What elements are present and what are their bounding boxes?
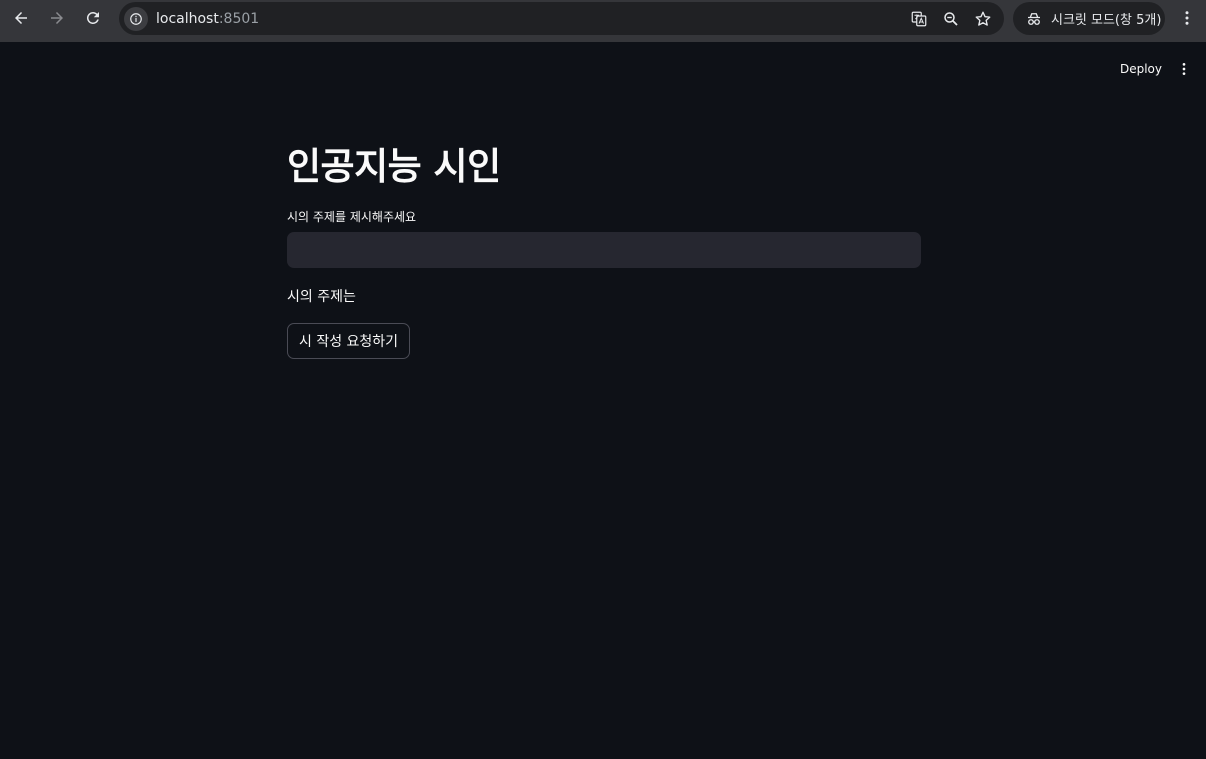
- topic-input[interactable]: [287, 232, 921, 268]
- reload-icon: [86, 11, 99, 24]
- site-info-button[interactable]: [124, 6, 148, 31]
- topic-display-text: 시의 주제는: [287, 289, 356, 305]
- url-port: :8501: [218, 10, 260, 27]
- incognito-icon: [1028, 12, 1040, 25]
- page-title: 인공지능 시인: [287, 145, 501, 188]
- main-content: 인공지능 시인 시의 주제를 제시해주세요 시의 주제는 시 작성 요청하기: [287, 140, 921, 359]
- more-vertical-icon: [1185, 11, 1189, 25]
- topic-input-label: 시의 주제를 제시해주세요: [287, 210, 417, 224]
- url-text: localhost:8501: [156, 11, 259, 27]
- request-poem-button[interactable]: 시 작성 요청하기: [287, 323, 411, 359]
- more-vertical-icon: [1182, 63, 1186, 75]
- app-container: Deploy 인공지능 시인 시의 주제를 제시해주세요 시의 주제는 시 작성…: [0, 42, 1206, 759]
- star-icon: [975, 11, 991, 26]
- info-icon: [130, 12, 142, 25]
- app-toolbar: Deploy: [1120, 58, 1192, 80]
- deploy-button[interactable]: Deploy: [1120, 62, 1162, 76]
- reload-button[interactable]: [75, 0, 111, 36]
- translate-button[interactable]: [910, 10, 928, 28]
- zoom-button[interactable]: [942, 10, 960, 28]
- browser-toolbar: localhost:8501 시크릿 모드(창 5개): [0, 0, 1206, 42]
- forward-button[interactable]: [39, 0, 75, 36]
- back-button[interactable]: [3, 0, 39, 36]
- bookmark-button[interactable]: [974, 10, 992, 28]
- incognito-label: 시크릿 모드(창 5개): [1051, 13, 1162, 28]
- address-bar[interactable]: localhost:8501: [119, 2, 1004, 35]
- arrow-right-icon: [51, 12, 63, 24]
- translate-icon: [911, 11, 927, 26]
- arrow-left-icon: [15, 12, 27, 24]
- browser-menu-button[interactable]: [1174, 5, 1200, 31]
- incognito-indicator[interactable]: 시크릿 모드(창 5개): [1013, 2, 1165, 35]
- zoom-icon: [944, 11, 958, 26]
- url-host: localhost: [156, 10, 219, 27]
- app-menu-button[interactable]: [1176, 58, 1192, 80]
